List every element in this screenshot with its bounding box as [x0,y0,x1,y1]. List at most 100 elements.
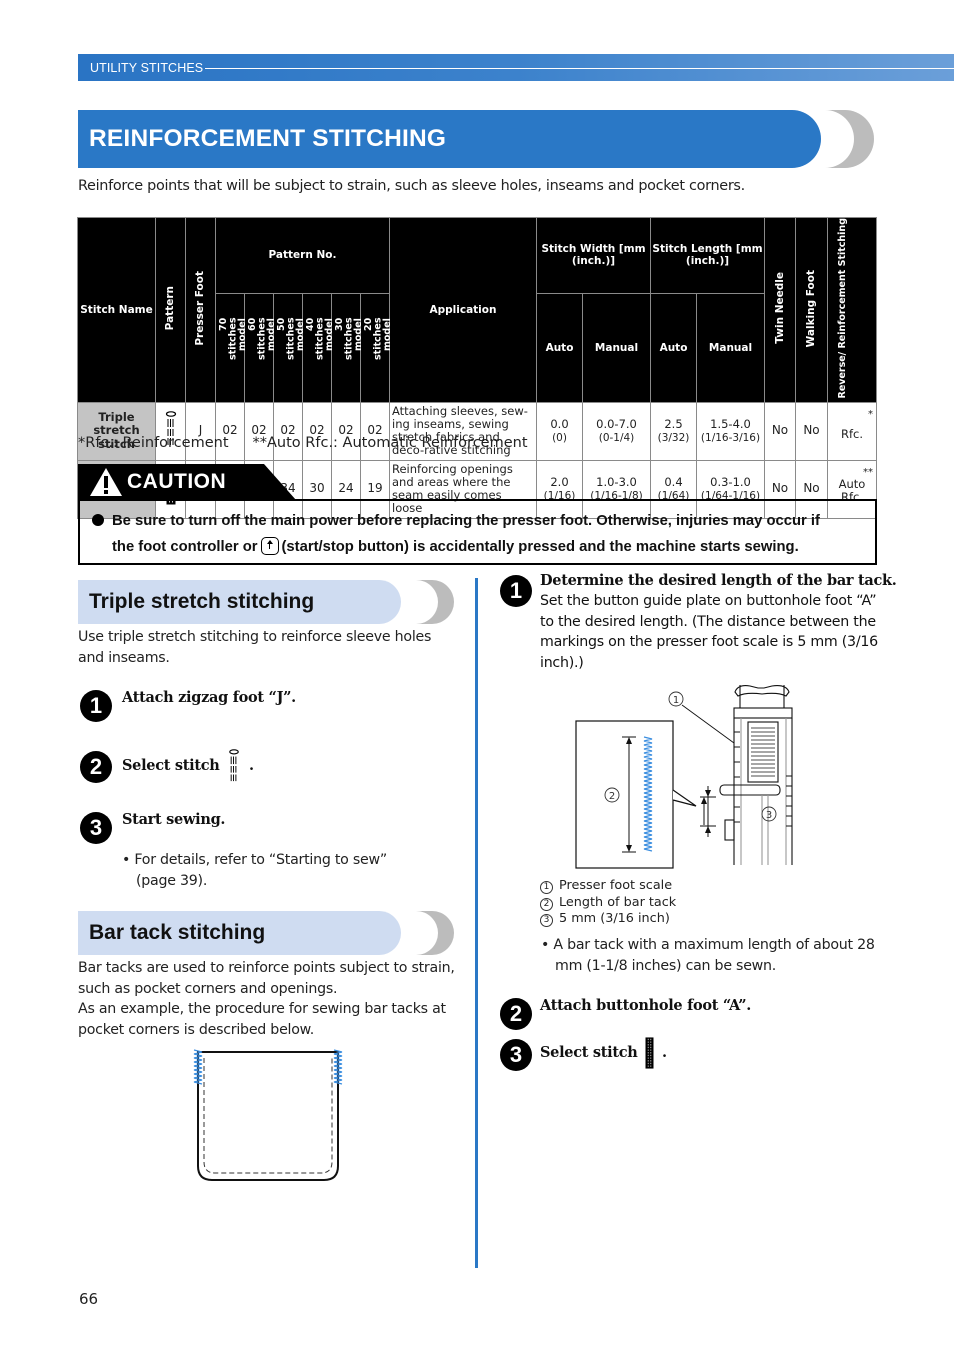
bar-tack-stitch-icon [645,1037,654,1069]
bar-tack-step-3: 3 Select stitch . [500,1032,667,1071]
width-auto-cell: 0.0 (0) [536,401,583,461]
presser-foot-diagram: 2 3 1 [575,685,793,869]
triple-note: • For details, refer to “Starting to sew… [122,852,387,889]
footnote-auto-rfc: **Auto Rfc.: Automatic Reinforcement [252,435,528,451]
presser-foot [719,685,793,865]
banner-blue: REINFORCEMENT STITCHING [78,110,821,168]
header-model-20: 20 stitches model [360,292,393,403]
footnote-mark: * [868,408,873,420]
step-number-icon: 2 [500,998,532,1030]
header-application: Application [389,217,537,403]
header-stitch-name: Stitch Name [77,217,156,403]
reverse-cell: * Rfc. [827,401,877,461]
callout-3: 3 [766,810,772,821]
callout-1-leader [681,704,735,744]
caution-tab: CAUTION [78,464,296,500]
bar-tack-description-1: Bar tacks are used to reinforce points s… [78,960,455,997]
step-number-icon: 1 [80,690,112,722]
pattern-no-60: 02 [244,401,274,461]
bar-tack-step-2: 2 Attach buttonhole foot “A”. [500,991,751,1030]
title-banner: REINFORCEMENT STITCHING [78,110,878,168]
header-pattern-no: Pattern No. [215,217,390,294]
pattern-no-20: 02 [360,401,390,461]
pocket-outline [197,1051,339,1181]
header-twin-needle: Twin Needle [764,217,796,403]
page-title: REINFORCEMENT STITCHING [89,125,447,152]
table-row-triple-stretch: Triple stretch stitch J 02 02 02 02 02 0… [77,401,877,461]
triple-stretch-stitch-icon [229,749,240,782]
length-auto-cell: 2.5 (3/32) [650,401,697,461]
header-width-manual: Manual [582,292,651,403]
header-walking-foot: Walking Foot [795,217,828,403]
bullet-icon [92,514,104,526]
header-model-70: 70 stitches model [215,292,248,403]
footnote-mark: ** [863,466,873,478]
header-length-auto: Auto [650,292,697,403]
width-manual-cell: 0.0-7.0 (0-1/4) [582,401,651,461]
header-rule [205,67,954,69]
section-label: UTILITY STITCHES [90,60,204,75]
caution-line-2b: (start/stop button) is accidentally pres… [281,539,799,555]
triple-step-1: 1 Attach zigzag foot “J”. [80,683,296,722]
page-number: 66 [79,1290,99,1308]
header-presser-foot: Presser Foot [185,217,216,403]
triple-stretch-heading: Triple stretch stitching [89,590,315,613]
presser-foot-cell: J [185,401,216,461]
legend-item: 2 Length of bar tack [540,895,676,912]
header-model-50: 50 stitches model [273,292,306,403]
pocket-stitch-line [203,1058,333,1174]
bar-tack-step-1: 1 Determine the desired length of the ba… [500,571,897,673]
caution-line-1: Be sure to turn off the main power befor… [112,513,820,529]
table-footnotes: *Rfc.: Reinforcement **Auto Rfc.: Automat… [78,435,528,451]
header-model-30: 30 stitches model [331,292,364,403]
presser-foot-scale [734,731,792,827]
application-cell: Attaching sleeves, sew-ing inseams, sewi… [389,401,537,461]
column-divider [475,578,478,1268]
pattern-cell [155,401,186,461]
bar-tack-description-2: As an example, the procedure for sewing … [78,1001,446,1038]
pattern-no-30: 02 [331,401,361,461]
header-reverse: Reverse/ Reinforcement Stitching [827,217,877,403]
pocket-diagram [193,1049,343,1181]
bar-tack-inset [575,720,674,869]
header-pattern: Pattern [155,217,186,403]
pattern-no-70: 02 [215,401,245,461]
header-stitch-length: Stitch Length [mm (inch.)] [650,217,765,294]
legend-item: 35 mm (3/16 inch) [540,911,676,928]
start-stop-button-icon [260,537,279,555]
section-header-bar: UTILITY STITCHES [78,54,954,81]
warning-icon [90,468,122,496]
callout-2: 2 [609,791,615,802]
caution-label: CAUTION [127,470,227,493]
bar-tack-note: • A bar tack with a maximum length of ab… [541,937,875,974]
legend-item: 1 Presser foot scale [540,878,676,895]
stitch-name: Triple stretch stitch [77,401,156,461]
pattern-no-40: 02 [302,401,332,461]
callout-1: 1 [673,695,679,706]
diagram-legend: 1 Presser foot scale 2 Length of bar tack … [540,878,676,928]
bar-tack-left [193,1049,203,1085]
triple-step-3: 3 Start sewing. [80,805,225,844]
twin-needle-cell: No [764,401,796,461]
step-number-icon: 3 [500,1039,532,1071]
header-stitch-width: Stitch Width [mm (inch.)] [536,217,651,294]
bar-tack-heading: Bar tack stitching [89,921,266,944]
triple-step-2: 2 Select stitch . [80,744,254,783]
bar-tack-banner: Bar tack stitching [78,911,454,955]
footnote-rfc: *Rfc.: Reinforcement [78,435,229,451]
step-number-icon: 2 [80,751,112,783]
caution-line-2a: the foot controller or [112,539,258,555]
bar-tack-right [333,1049,343,1085]
caution-box: Be sure to turn off the main power befor… [78,499,877,565]
length-manual-cell: 1.5-4.0 (1/16-3/16) [696,401,765,461]
step-number-icon: 3 [80,812,112,844]
triple-stretch-banner: Triple stretch stitching [78,580,454,624]
header-width-auto: Auto [536,292,583,403]
header-model-40: 40 stitches model [302,292,335,403]
header-model-60: 60 stitches model [244,292,277,403]
step-number-icon: 1 [500,575,532,607]
intro-text: Reinforce points that will be subject to… [78,178,745,194]
walking-foot-cell: No [795,401,828,461]
pattern-no-50: 02 [273,401,303,461]
triple-stretch-description: Use triple stretch stitching to reinforc… [78,629,432,666]
